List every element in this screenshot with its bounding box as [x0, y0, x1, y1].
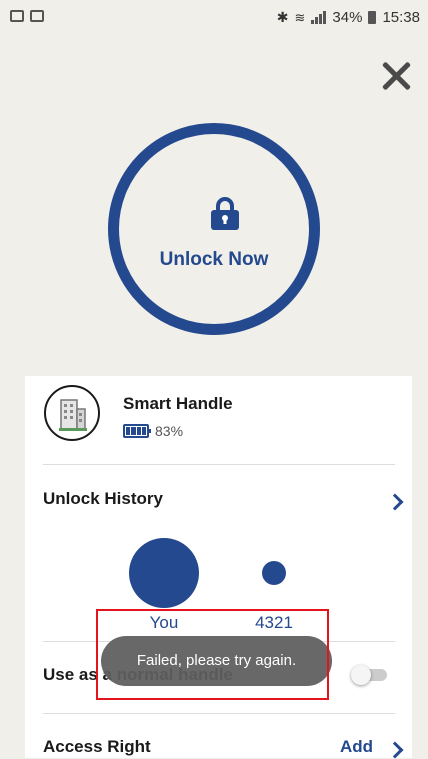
wifi-icon: ≋: [294, 9, 306, 25]
unlock-now-label: Unlock Now: [159, 249, 269, 270]
access-right-chevron-icon[interactable]: [386, 741, 404, 759]
building-icon: [59, 399, 87, 431]
device-name: Smart Handle: [123, 394, 233, 413]
add-access-button[interactable]: Add: [340, 737, 373, 757]
divider: [43, 713, 395, 714]
divider: [43, 464, 395, 465]
battery-percent: 34%: [332, 9, 363, 26]
clock: 15:38: [382, 9, 420, 26]
lock-icon: [211, 197, 239, 230]
unlock-now-button[interactable]: Unlock Now: [108, 123, 320, 335]
normal-handle-toggle[interactable]: [351, 665, 389, 685]
image-notification-icon: [30, 10, 44, 22]
battery-level-icon: [123, 424, 151, 438]
close-icon[interactable]: [380, 60, 412, 92]
device-avatar: [44, 385, 100, 441]
notification-icons: [10, 10, 44, 22]
battery-icon: [368, 11, 377, 24]
system-indicators: ✱ ≋ 34% 15:38: [277, 9, 420, 26]
car-notification-icon: [10, 10, 24, 22]
unlock-history-chevron-icon[interactable]: [386, 493, 404, 511]
access-right-title: Access Right: [43, 737, 151, 756]
history-bubble-4321: [262, 561, 286, 585]
device-battery-percent: 83%: [155, 423, 184, 439]
highlight-box: [96, 609, 329, 700]
unlock-history-title: Unlock History: [43, 489, 163, 508]
signal-icon: [311, 11, 327, 24]
device-card: Smart Handle 83% Unlock History You 4321…: [25, 376, 412, 759]
history-bubble-you: [129, 538, 199, 608]
bluetooth-icon: ✱: [276, 9, 289, 25]
toggle-knob: [351, 665, 371, 685]
status-bar: ✱ ≋ 34% 15:38: [0, 0, 428, 34]
device-battery: 83%: [123, 423, 183, 439]
